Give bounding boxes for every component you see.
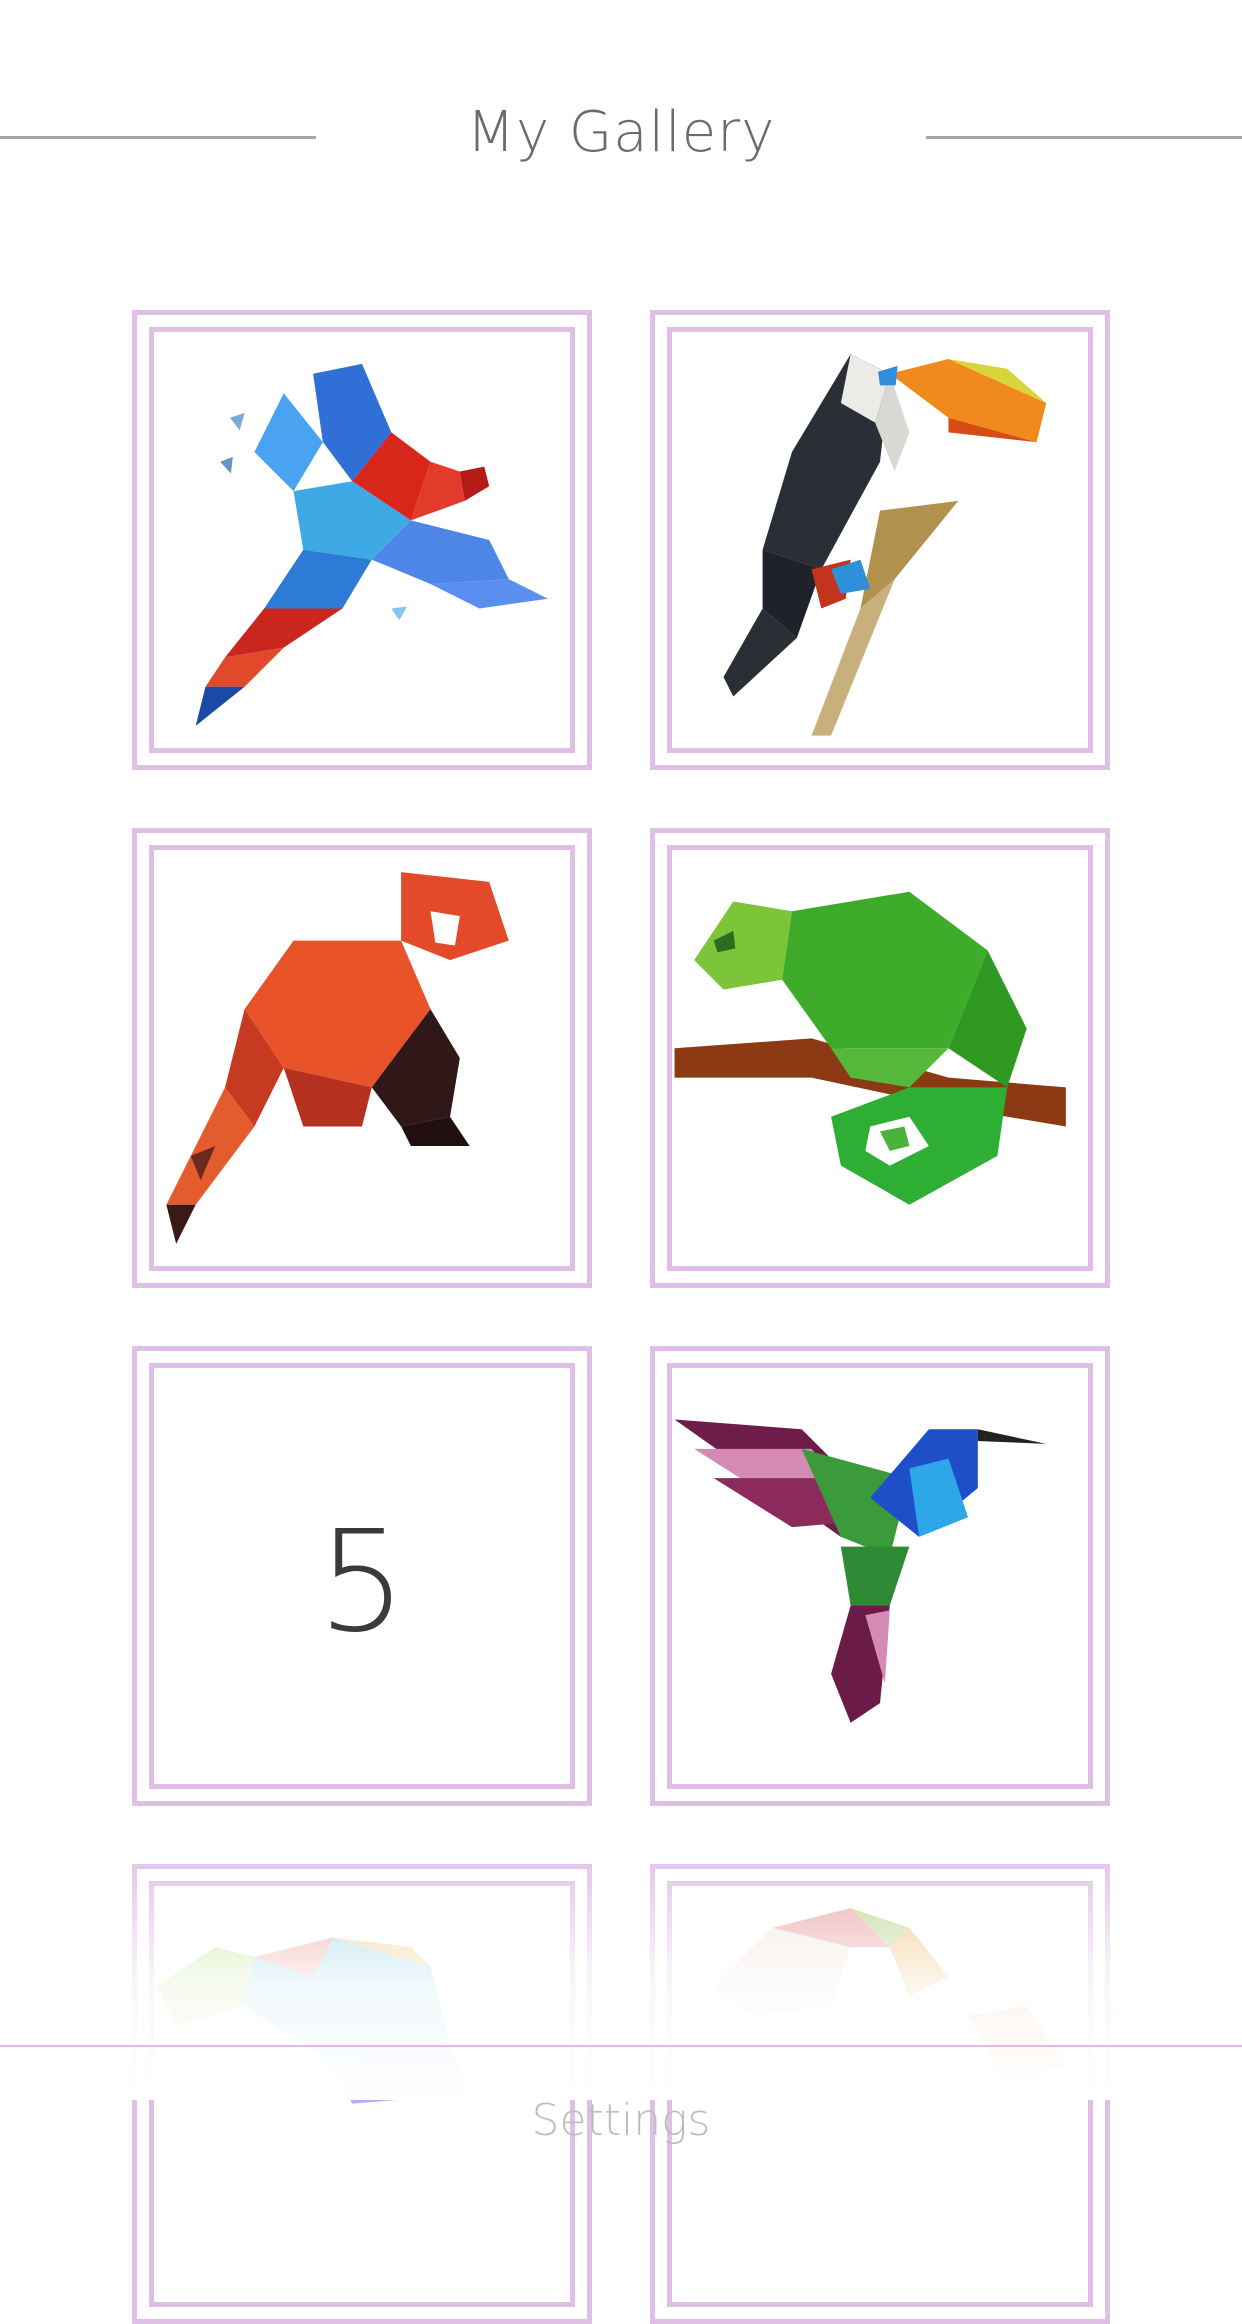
settings-button[interactable]: Settings [0,2095,1242,2146]
gallery-item-parrot[interactable] [132,310,592,770]
scroll-fade-overlay [0,1840,1242,2100]
footer-divider [0,2045,1242,2047]
gallery-item-toucan[interactable] [650,310,1110,770]
page-title: My Gallery [466,100,776,165]
gallery-item-5[interactable]: 5 [132,1346,592,1806]
gallery-item-chameleon[interactable] [650,828,1110,1288]
locked-item-number: 5 [317,1501,407,1664]
chameleon-icon [674,891,1066,1205]
parrot-icon [195,363,548,726]
gallery-item-red-panda[interactable] [132,828,592,1288]
red-panda-icon [166,872,509,1244]
hummingbird-icon [674,1419,1047,1723]
header-line-right [926,136,1242,139]
gallery-item-hummingbird[interactable] [650,1346,1110,1806]
toucan-icon [723,354,1047,736]
